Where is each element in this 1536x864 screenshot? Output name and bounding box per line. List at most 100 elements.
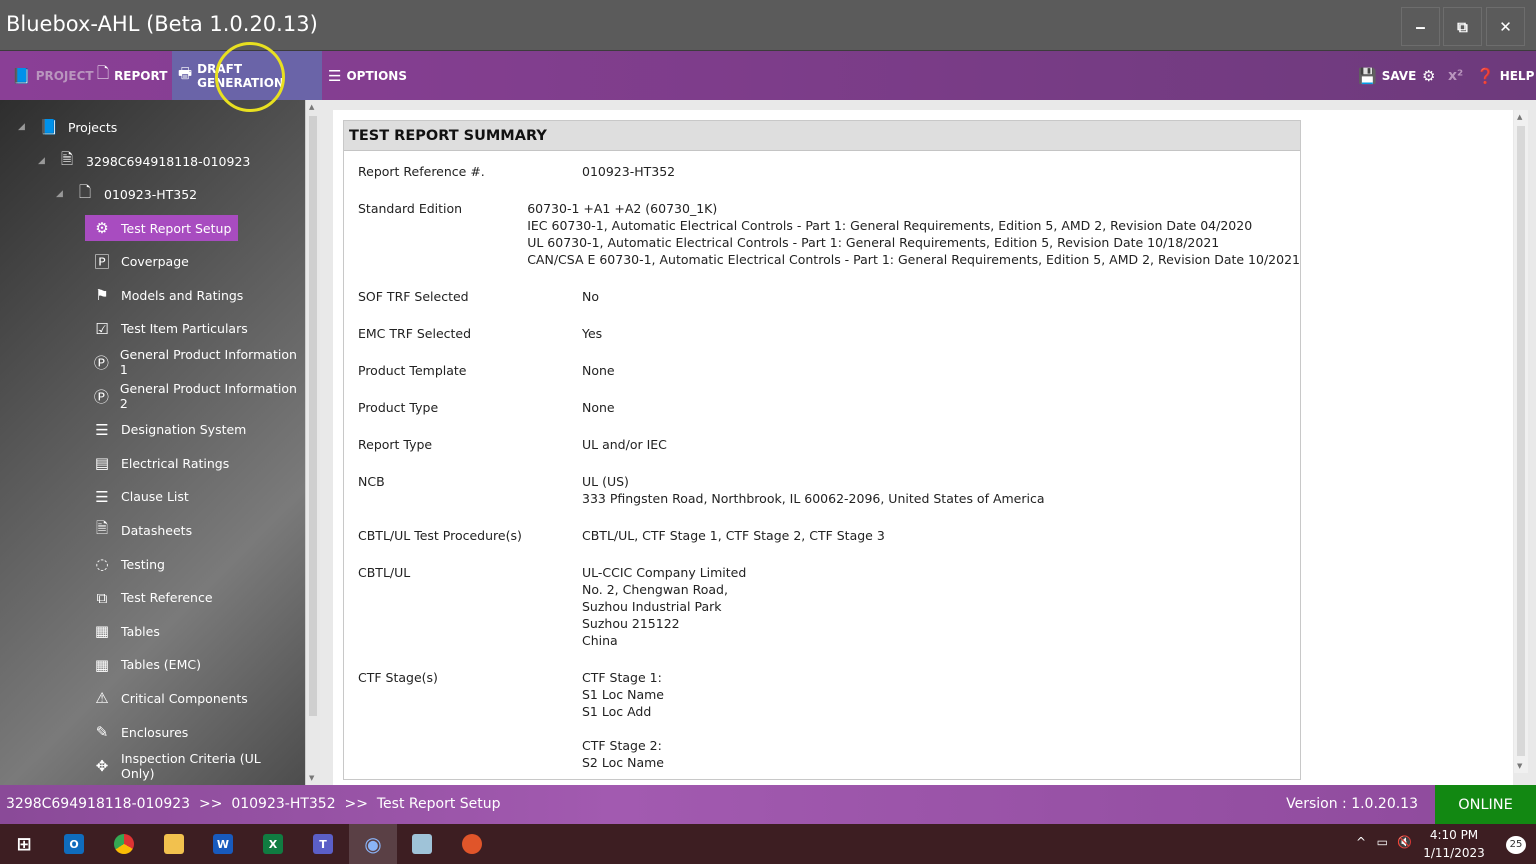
scrollbar-thumb[interactable]: [309, 116, 317, 716]
sidebar-item-label: Designation System: [121, 422, 247, 438]
window-title: Bluebox-AHL (Beta 1.0.20.13): [6, 12, 318, 36]
taskbar-explorer[interactable]: [150, 824, 198, 864]
file-icon: 🗎: [60, 149, 74, 168]
book-icon: 📘: [39, 118, 59, 136]
sidebar-item-test-report-setup[interactable]: ⚙ Test Report Setup: [85, 215, 239, 241]
tree-node-report[interactable]: ◢ 🗋 010923-HT352: [56, 181, 204, 207]
menu-report[interactable]: 🗋 REPORT: [91, 51, 173, 100]
test-report-summary: TEST REPORT SUMMARY Report Reference #. 0…: [343, 120, 1301, 780]
sidebar-item-label: Coverpage: [121, 254, 189, 270]
value-line: CTF Stage 2:: [582, 738, 662, 753]
row-value: None: [582, 362, 615, 379]
menu-options-label: OPTIONS: [346, 68, 407, 83]
sidebar-item-enclosures[interactable]: ✎ Enclosures: [85, 719, 195, 745]
sidebar-item-datasheets[interactable]: 🗎 Datasheets: [85, 517, 199, 543]
tree-node-project[interactable]: ◢ 🗎 3298C694918118-010923: [38, 148, 257, 174]
test-report-setup-icon: ⚙: [95, 219, 109, 237]
value-line: CTF Stage 1:: [582, 670, 662, 685]
sidebar-item-testing[interactable]: ◌ Testing: [85, 551, 172, 577]
battery-icon[interactable]: ▭: [1377, 835, 1388, 849]
superscript-button[interactable]: x²: [1442, 51, 1469, 100]
sidebar-item-label: Models and Ratings: [121, 287, 244, 303]
status-bar: 3298C694918118-010923 >> 010923-HT352 >>…: [0, 785, 1536, 824]
online-status-badge: ONLINE: [1435, 785, 1536, 824]
tree-node-projects[interactable]: ◢ 📘 Projects: [18, 114, 124, 140]
sidebar-item-critical-components[interactable]: ⚠ Critical Components: [85, 685, 255, 711]
general-product-information-1-icon: Ⓟ: [93, 353, 109, 372]
sidebar-item-label: Electrical Ratings: [121, 455, 230, 471]
sidebar-item-tables-emc[interactable]: ▦ Tables (EMC): [85, 652, 208, 678]
expand-icon: ◢: [56, 189, 63, 199]
sidebar-item-test-item-particulars[interactable]: ☑ Test Item Particulars: [85, 316, 255, 342]
sidebar-item-electrical-ratings[interactable]: ▤ Electrical Ratings: [85, 450, 236, 476]
sidebar-item-models-and-ratings[interactable]: ⚑ Models and Ratings: [85, 282, 250, 308]
teams-icon: T: [313, 834, 333, 854]
help-button[interactable]: ❓ HELP: [1470, 51, 1536, 100]
summary-row: SOF TRF Selected No: [358, 288, 1300, 325]
settings-button[interactable]: ⚙: [1416, 51, 1441, 100]
folder-icon: [164, 834, 184, 854]
menu-project[interactable]: 📘 PROJECT: [6, 51, 100, 100]
sidebar-item-coverpage[interactable]: 🄿 Coverpage: [85, 249, 196, 275]
start-button[interactable]: ⊞: [0, 824, 48, 864]
book-icon: 📘: [12, 66, 31, 85]
row-value: Yes: [582, 325, 602, 342]
row-value: UL-CCIC Company Limited No. 2, Chengwan R…: [582, 564, 746, 649]
summary-row: Report Reference #. 010923-HT352: [358, 163, 1300, 200]
sidebar-scrollbar[interactable]: ▲ ▼: [305, 100, 320, 785]
row-label: Product Type: [358, 400, 439, 415]
chevron-up-icon[interactable]: ^: [1356, 835, 1366, 849]
scroll-up-icon[interactable]: ▲: [309, 103, 314, 111]
sidebar-item-tables[interactable]: ▦ Tables: [85, 618, 167, 644]
row-value: No: [582, 288, 599, 305]
taskbar-excel[interactable]: X: [249, 824, 297, 864]
scroll-down-icon[interactable]: ▼: [1517, 762, 1522, 770]
value-line: S2 Loc Name: [582, 755, 664, 770]
taskbar-teams[interactable]: T: [299, 824, 347, 864]
value-line: No. 2, Chengwan Road,: [582, 582, 728, 597]
restore-button[interactable]: ⧉: [1443, 7, 1482, 46]
sidebar-item-general-product-information-2[interactable]: Ⓟ General Product Information 2: [85, 381, 305, 411]
minimize-button[interactable]: ‒: [1401, 7, 1440, 46]
critical-components-icon: ⚠: [95, 689, 109, 708]
sidebar-item-label: General Product Information 2: [119, 381, 297, 411]
sidebar-item-test-reference[interactable]: ⧉ Test Reference: [85, 585, 220, 611]
models-and-ratings-icon: ⚑: [95, 286, 109, 305]
scroll-down-icon[interactable]: ▼: [309, 774, 314, 782]
value-line: UL-CCIC Company Limited: [582, 565, 747, 580]
sidebar-item-clause-list[interactable]: ☰ Clause List: [85, 484, 196, 510]
speaker-muted-icon[interactable]: 🔇: [1397, 835, 1412, 849]
value-line: IEC 60730-1, Automatic Electrical Contro…: [527, 218, 1253, 233]
clock-date[interactable]: 1/11/2023: [1422, 846, 1486, 860]
clock-time[interactable]: 4:10 PM: [1422, 828, 1486, 842]
scrollbar-thumb[interactable]: [1517, 126, 1525, 756]
save-button[interactable]: 💾 SAVE: [1352, 51, 1422, 100]
sidebar-item-general-product-information-1[interactable]: Ⓟ General Product Information 1: [85, 347, 305, 377]
breadcrumb: 3298C694918118-010923 >> 010923-HT352 >>…: [6, 796, 501, 812]
taskbar-app2[interactable]: [448, 824, 496, 864]
value-line: 333 Pfingsten Road, Northbrook, IL 60062…: [582, 491, 1045, 506]
sidebar-item-label: Inspection Criteria (UL Only): [120, 750, 261, 781]
value-line: Suzhou Industrial Park: [582, 599, 722, 614]
summary-row: Product Template None: [358, 362, 1300, 399]
taskbar-bluebox[interactable]: ◉: [349, 824, 397, 864]
sidebar-item-designation-system[interactable]: ☰ Designation System: [85, 417, 253, 443]
tree-label: 3298C694918118-010923: [86, 153, 251, 169]
taskbar-chrome[interactable]: [100, 824, 148, 864]
row-label: Report Reference #.: [358, 164, 485, 179]
close-button[interactable]: ✕: [1486, 7, 1525, 46]
taskbar-outlook[interactable]: O: [50, 824, 98, 864]
row-value: None: [582, 399, 615, 416]
taskbar-word[interactable]: W: [199, 824, 247, 864]
summary-row: CBTL/UL UL-CCIC Company Limited No. 2, Che…: [358, 564, 1300, 669]
menu-options[interactable]: ☰ OPTIONS: [322, 51, 413, 100]
taskbar-app[interactable]: [398, 824, 446, 864]
coverpage-icon: 🄿: [94, 253, 110, 272]
content-scrollbar[interactable]: ▲ ▼: [1514, 110, 1528, 773]
menu-project-label: PROJECT: [35, 68, 94, 83]
scroll-up-icon[interactable]: ▲: [1517, 113, 1522, 121]
notifications-badge[interactable]: 25: [1506, 836, 1526, 854]
sidebar-item-label: Critical Components: [121, 690, 248, 706]
electrical-ratings-icon: ▤: [94, 454, 110, 473]
sidebar-item-inspection-criteria-ul-only[interactable]: ✥ Inspection Criteria (UL Only): [85, 750, 305, 781]
